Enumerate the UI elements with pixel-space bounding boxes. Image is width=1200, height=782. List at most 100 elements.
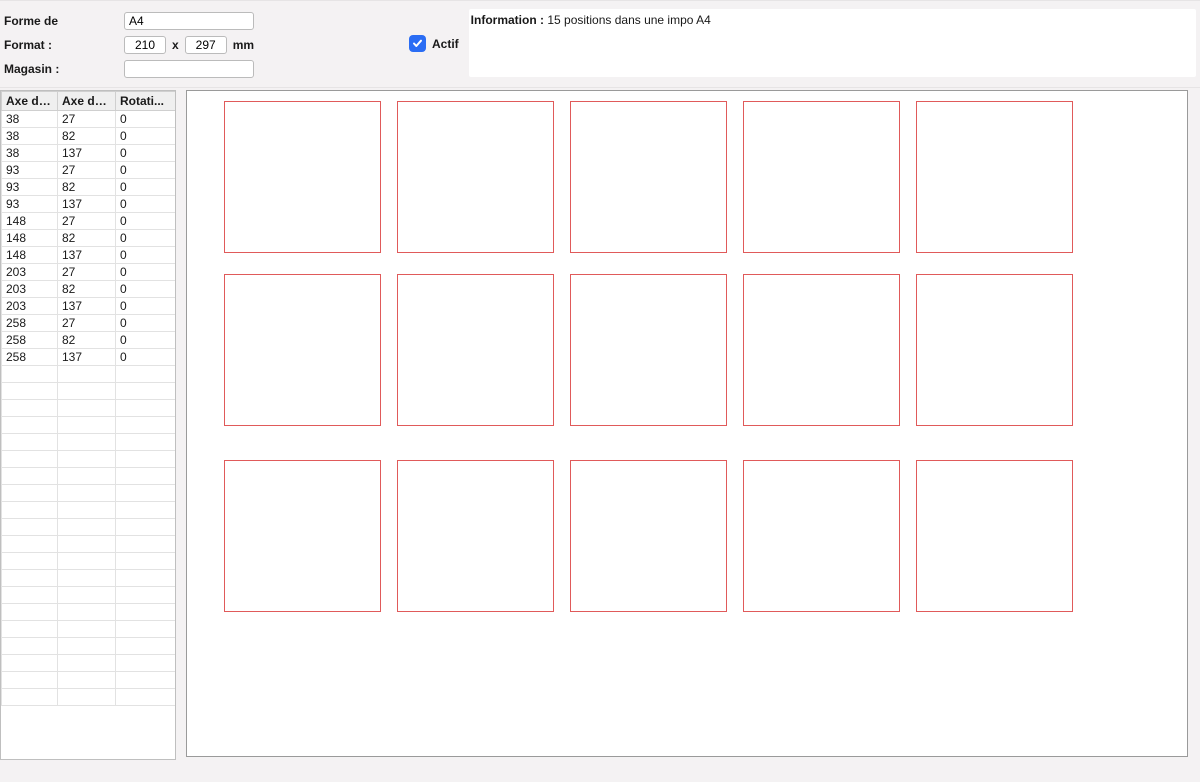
impo-slot[interactable] [224,101,381,253]
impo-slot[interactable] [743,101,900,253]
table-cell[interactable] [116,451,176,468]
table-cell[interactable] [2,570,58,587]
table-row[interactable] [2,672,176,689]
table-cell[interactable]: 27 [58,162,116,179]
table-cell[interactable]: 137 [58,298,116,315]
table-cell[interactable] [116,689,176,706]
table-cell[interactable] [116,570,176,587]
table-cell[interactable] [2,655,58,672]
table-row[interactable]: 93820 [2,179,176,196]
impo-slot[interactable] [570,460,727,612]
table-row[interactable] [2,689,176,706]
table-row[interactable]: 1481370 [2,247,176,264]
table-cell[interactable]: 203 [2,298,58,315]
table-cell[interactable] [58,383,116,400]
table-cell[interactable] [116,485,176,502]
table-cell[interactable]: 27 [58,315,116,332]
table-cell[interactable] [2,519,58,536]
table-cell[interactable]: 0 [116,264,176,281]
table-row[interactable]: 258270 [2,315,176,332]
table-cell[interactable]: 38 [2,145,58,162]
width-input[interactable] [124,36,166,54]
table-cell[interactable] [58,536,116,553]
height-input[interactable] [185,36,227,54]
table-cell[interactable] [58,570,116,587]
table-cell[interactable]: 258 [2,332,58,349]
table-cell[interactable]: 0 [116,332,176,349]
table-cell[interactable] [2,485,58,502]
table-row[interactable]: 38820 [2,128,176,145]
table-cell[interactable] [58,366,116,383]
table-cell[interactable] [58,468,116,485]
table-cell[interactable] [58,400,116,417]
table-row[interactable] [2,400,176,417]
table-cell[interactable] [116,434,176,451]
impo-slot[interactable] [916,274,1073,426]
table-cell[interactable] [58,519,116,536]
table-cell[interactable] [58,638,116,655]
table-cell[interactable] [58,502,116,519]
table-cell[interactable] [2,587,58,604]
table-cell[interactable]: 137 [58,145,116,162]
table-cell[interactable]: 27 [58,111,116,128]
impo-slot[interactable] [397,460,554,612]
table-cell[interactable]: 38 [2,111,58,128]
table-cell[interactable] [2,366,58,383]
table-cell[interactable]: 258 [2,315,58,332]
impo-slot[interactable] [224,274,381,426]
table-cell[interactable] [116,655,176,672]
table-cell[interactable] [2,417,58,434]
table-cell[interactable] [58,672,116,689]
table-cell[interactable]: 38 [2,128,58,145]
table-cell[interactable] [116,672,176,689]
table-cell[interactable]: 0 [116,315,176,332]
table-cell[interactable] [116,366,176,383]
table-cell[interactable]: 82 [58,179,116,196]
table-cell[interactable]: 0 [116,298,176,315]
table-cell[interactable]: 27 [58,264,116,281]
table-cell[interactable]: 0 [116,128,176,145]
table-cell[interactable] [116,383,176,400]
table-cell[interactable] [2,604,58,621]
table-cell[interactable] [58,604,116,621]
actif-checkbox[interactable] [409,35,426,52]
table-row[interactable]: 203270 [2,264,176,281]
table-row[interactable] [2,383,176,400]
table-cell[interactable] [2,689,58,706]
col-x-header[interactable]: Axe des x [2,92,58,111]
table-row[interactable]: 2581370 [2,349,176,366]
table-cell[interactable]: 0 [116,349,176,366]
table-cell[interactable] [2,468,58,485]
table-row[interactable]: 38270 [2,111,176,128]
table-cell[interactable]: 203 [2,281,58,298]
table-row[interactable] [2,604,176,621]
table-cell[interactable] [116,536,176,553]
table-row[interactable]: 148270 [2,213,176,230]
table-cell[interactable] [58,434,116,451]
table-cell[interactable]: 82 [58,230,116,247]
table-row[interactable]: 148820 [2,230,176,247]
table-cell[interactable] [58,485,116,502]
table-cell[interactable] [2,383,58,400]
table-row[interactable] [2,655,176,672]
magasin-input[interactable] [124,60,254,78]
table-cell[interactable] [58,621,116,638]
table-cell[interactable] [2,638,58,655]
table-row[interactable]: 2031370 [2,298,176,315]
table-cell[interactable] [58,689,116,706]
col-y-header[interactable]: Axe des y [58,92,116,111]
imposition-sheet[interactable] [186,90,1188,757]
table-row[interactable] [2,451,176,468]
table-cell[interactable] [2,536,58,553]
table-cell[interactable] [2,502,58,519]
table-cell[interactable]: 258 [2,349,58,366]
table-cell[interactable]: 93 [2,179,58,196]
table-row[interactable] [2,553,176,570]
table-cell[interactable]: 148 [2,213,58,230]
table-cell[interactable]: 148 [2,247,58,264]
table-row[interactable]: 203820 [2,281,176,298]
table-cell[interactable]: 0 [116,230,176,247]
table-row[interactable]: 93270 [2,162,176,179]
table-cell[interactable] [58,587,116,604]
table-cell[interactable]: 137 [58,196,116,213]
